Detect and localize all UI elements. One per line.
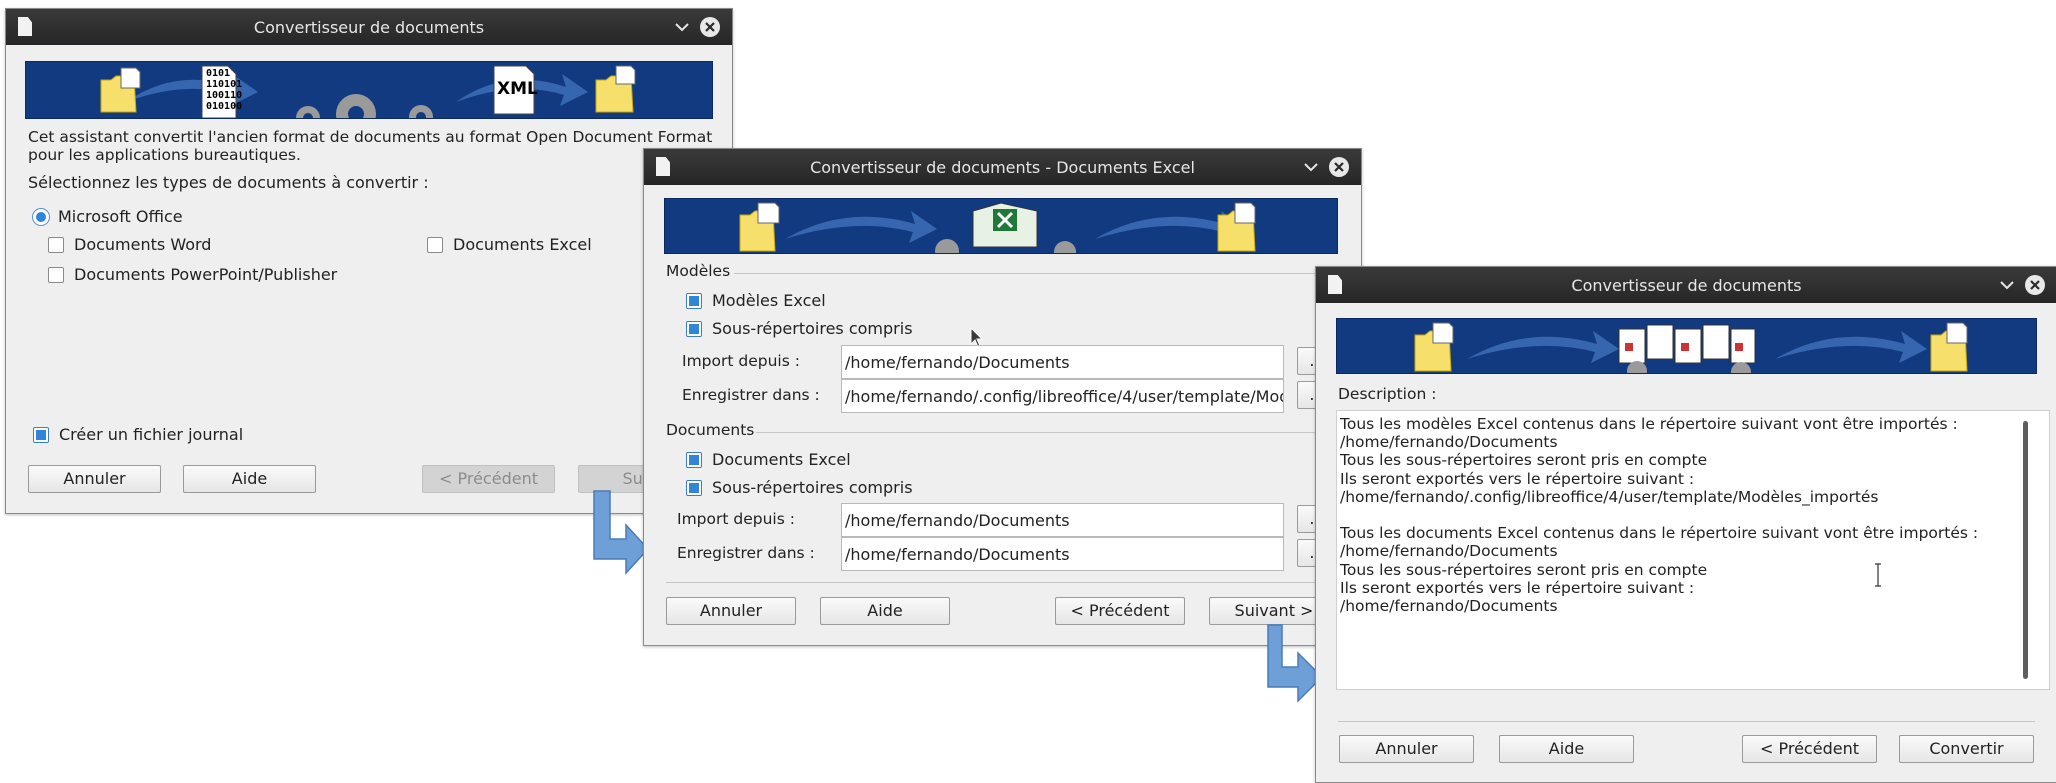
excel-templates-checkbox[interactable] — [686, 293, 702, 309]
excel-templates-label[interactable]: Modèles Excel — [712, 291, 826, 310]
help-button[interactable]: Aide — [820, 597, 950, 625]
docs-subdirs-checkbox[interactable] — [686, 480, 702, 496]
close-icon[interactable] — [700, 17, 720, 37]
window-converter-start: Convertisseur de documents 0101 110101 1… — [5, 8, 733, 514]
window-title: Convertisseur de documents — [1571, 276, 1802, 295]
ms-office-radio[interactable] — [32, 208, 50, 226]
window-summary: Convertisseur de documents Description :… — [1315, 266, 2056, 783]
chevron-down-icon[interactable] — [1997, 275, 2017, 295]
previous-button[interactable]: < Précédent — [422, 465, 555, 493]
banner-xml-text: XML — [497, 79, 538, 99]
text-cursor-icon — [1875, 563, 1881, 587]
chevron-down-icon[interactable] — [1301, 157, 1321, 177]
docs-subdirs-label[interactable]: Sous-répertoires compris — [712, 478, 913, 497]
excel-label[interactable]: Documents Excel — [453, 235, 592, 254]
intro-text-2: pour les applications bureautiques. — [28, 146, 301, 164]
word-checkbox[interactable] — [48, 237, 64, 253]
banner-image: 0101 110101 100110 010100 XML — [25, 61, 713, 119]
powerpoint-checkbox[interactable] — [48, 267, 64, 283]
banner-image — [664, 198, 1338, 254]
titlebar[interactable]: Convertisseur de documents — [1316, 267, 2056, 303]
templates-import-label: Import depuis : — [682, 352, 800, 370]
chevron-down-icon[interactable] — [672, 17, 692, 37]
close-icon[interactable] — [2025, 275, 2045, 295]
description-text[interactable]: Tous les modèles Excel contenus dans le … — [1336, 410, 2050, 690]
window-excel-options: Convertisseur de documents - Documents E… — [643, 148, 1362, 646]
templates-import-field[interactable]: /home/fernando/Documents — [841, 345, 1284, 379]
logfile-checkbox[interactable] — [33, 427, 49, 443]
description-scrollbar[interactable] — [2023, 421, 2028, 679]
excel-docs-label[interactable]: Documents Excel — [712, 450, 851, 469]
help-button[interactable]: Aide — [183, 465, 316, 493]
cancel-button[interactable]: Annuler — [1339, 735, 1474, 763]
select-types-label: Sélectionnez les types de documents à co… — [28, 173, 429, 192]
powerpoint-label[interactable]: Documents PowerPoint/Publisher — [74, 265, 337, 284]
docs-save-label: Enregistrer dans : — [677, 544, 815, 562]
cancel-button[interactable]: Annuler — [666, 597, 796, 625]
previous-button[interactable]: < Précédent — [1055, 597, 1185, 625]
window-title: Convertisseur de documents - Documents E… — [810, 158, 1195, 177]
banner-binary-text: 0101 110101 100110 010100 — [206, 68, 243, 112]
logfile-label[interactable]: Créer un fichier journal — [59, 425, 243, 444]
docs-import-field[interactable]: /home/fernando/Documents — [841, 503, 1284, 537]
window-title: Convertisseur de documents — [253, 18, 485, 37]
templates-section-label: Modèles — [666, 262, 731, 280]
banner-image — [1336, 318, 2037, 374]
templates-save-label: Enregistrer dans : — [682, 386, 820, 404]
close-icon[interactable] — [1329, 157, 1349, 177]
ms-office-label[interactable]: Microsoft Office — [58, 207, 183, 226]
docs-save-field[interactable]: /home/fernando/Documents — [841, 537, 1284, 571]
help-button[interactable]: Aide — [1499, 735, 1634, 763]
templates-save-field[interactable]: /home/fernando/.config/libreoffice/4/use… — [841, 379, 1284, 413]
previous-button[interactable]: < Précédent — [1742, 735, 1877, 763]
documents-separator — [756, 432, 1359, 433]
templates-subdirs-checkbox[interactable] — [686, 321, 702, 337]
description-label: Description : — [1338, 385, 1437, 403]
templates-separator — [734, 273, 1359, 274]
documents-section-label: Documents — [666, 421, 755, 439]
titlebar[interactable]: Convertisseur de documents — [6, 9, 732, 45]
word-label[interactable]: Documents Word — [74, 235, 211, 254]
templates-subdirs-label[interactable]: Sous-répertoires compris — [712, 319, 913, 338]
excel-docs-checkbox[interactable] — [686, 452, 702, 468]
flow-arrow-1 — [593, 490, 650, 575]
buttons-separator — [1338, 721, 2035, 722]
cancel-button[interactable]: Annuler — [28, 465, 161, 493]
intro-text: Cet assistant convertit l'ancien format … — [28, 128, 713, 146]
buttons-separator — [666, 582, 1359, 583]
docs-import-label: Import depuis : — [677, 510, 795, 528]
titlebar[interactable]: Convertisseur de documents - Documents E… — [644, 149, 1361, 185]
convert-button[interactable]: Convertir — [1899, 735, 2034, 763]
excel-checkbox[interactable] — [427, 237, 443, 253]
